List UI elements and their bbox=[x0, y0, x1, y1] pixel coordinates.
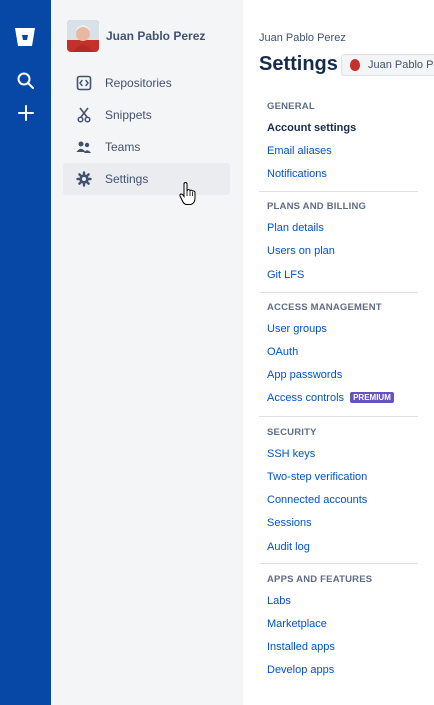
sidebar-item-label: Snippets bbox=[105, 108, 152, 122]
hand-cursor-icon bbox=[179, 182, 196, 205]
link-access-controls[interactable]: Access controls PREMIUM bbox=[267, 392, 394, 404]
sidebar-item-label: Repositories bbox=[105, 76, 172, 90]
gear-icon bbox=[75, 170, 93, 188]
settings-panel: Juan Pablo Perez Settings Juan Pablo Per… bbox=[243, 0, 434, 705]
breadcrumb[interactable]: Juan Pablo Perez bbox=[259, 32, 346, 44]
link-sessions[interactable]: Sessions bbox=[267, 517, 312, 529]
link-marketplace[interactable]: Marketplace bbox=[267, 618, 327, 630]
sidebar-item-settings[interactable]: Settings bbox=[63, 163, 230, 195]
user-avatar-icon bbox=[350, 59, 360, 71]
group-heading-apps-features: APPS AND FEATURES bbox=[267, 574, 373, 585]
snippets-icon bbox=[75, 106, 93, 124]
avatar[interactable] bbox=[67, 20, 99, 52]
sidebar-item-label: Settings bbox=[105, 172, 149, 186]
divider bbox=[259, 292, 418, 293]
sidebar-item-repositories[interactable]: Repositories bbox=[63, 67, 230, 99]
group-heading-general: GENERAL bbox=[267, 101, 315, 112]
sidebar: Juan Pablo Perez Repositories Snippets T… bbox=[51, 0, 243, 705]
avatar-image-icon bbox=[67, 20, 99, 52]
repositories-icon bbox=[75, 74, 93, 92]
link-users-on-plan[interactable]: Users on plan bbox=[267, 245, 335, 257]
profile-header[interactable]: Juan Pablo Perez bbox=[67, 20, 205, 52]
create-plus-icon[interactable] bbox=[16, 103, 36, 123]
bitbucket-logo-icon[interactable] bbox=[14, 27, 36, 47]
profile-name[interactable]: Juan Pablo Perez bbox=[106, 29, 205, 43]
link-labs[interactable]: Labs bbox=[267, 595, 291, 607]
link-two-step-verification[interactable]: Two-step verification bbox=[267, 471, 367, 483]
link-notifications[interactable]: Notifications bbox=[267, 168, 327, 180]
divider bbox=[259, 563, 418, 564]
link-user-groups[interactable]: User groups bbox=[267, 323, 327, 335]
link-app-passwords[interactable]: App passwords bbox=[267, 369, 342, 381]
sidebar-item-label: Teams bbox=[105, 140, 141, 154]
global-nav bbox=[0, 0, 51, 705]
link-email-aliases[interactable]: Email aliases bbox=[267, 145, 332, 157]
group-heading-security: SECURITY bbox=[267, 427, 317, 438]
link-plan-details[interactable]: Plan details bbox=[267, 222, 324, 234]
page-title: Settings bbox=[259, 53, 338, 75]
teams-icon bbox=[75, 138, 93, 156]
link-git-lfs[interactable]: Git LFS bbox=[267, 269, 304, 281]
search-icon[interactable] bbox=[16, 71, 36, 91]
link-develop-apps[interactable]: Develop apps bbox=[267, 664, 334, 676]
link-account-settings[interactable]: Account settings bbox=[267, 122, 356, 134]
group-heading-plans-billing: PLANS AND BILLING bbox=[267, 201, 367, 212]
divider bbox=[259, 191, 418, 192]
sidebar-item-snippets[interactable]: Snippets bbox=[63, 99, 230, 131]
link-connected-accounts[interactable]: Connected accounts bbox=[267, 494, 367, 506]
link-label: Access controls bbox=[267, 392, 345, 404]
sidebar-item-teams[interactable]: Teams bbox=[63, 131, 230, 163]
account-selector-label: Juan Pablo Perez bbox=[368, 59, 434, 71]
link-oauth[interactable]: OAuth bbox=[267, 346, 298, 358]
divider bbox=[259, 416, 418, 417]
group-heading-access-management: ACCESS MANAGEMENT bbox=[267, 302, 382, 313]
link-audit-log[interactable]: Audit log bbox=[267, 541, 310, 553]
link-ssh-keys[interactable]: SSH keys bbox=[267, 448, 315, 460]
link-installed-apps[interactable]: Installed apps bbox=[267, 641, 335, 653]
premium-badge: PREMIUM bbox=[350, 392, 394, 403]
account-selector[interactable]: Juan Pablo Perez bbox=[341, 54, 434, 76]
